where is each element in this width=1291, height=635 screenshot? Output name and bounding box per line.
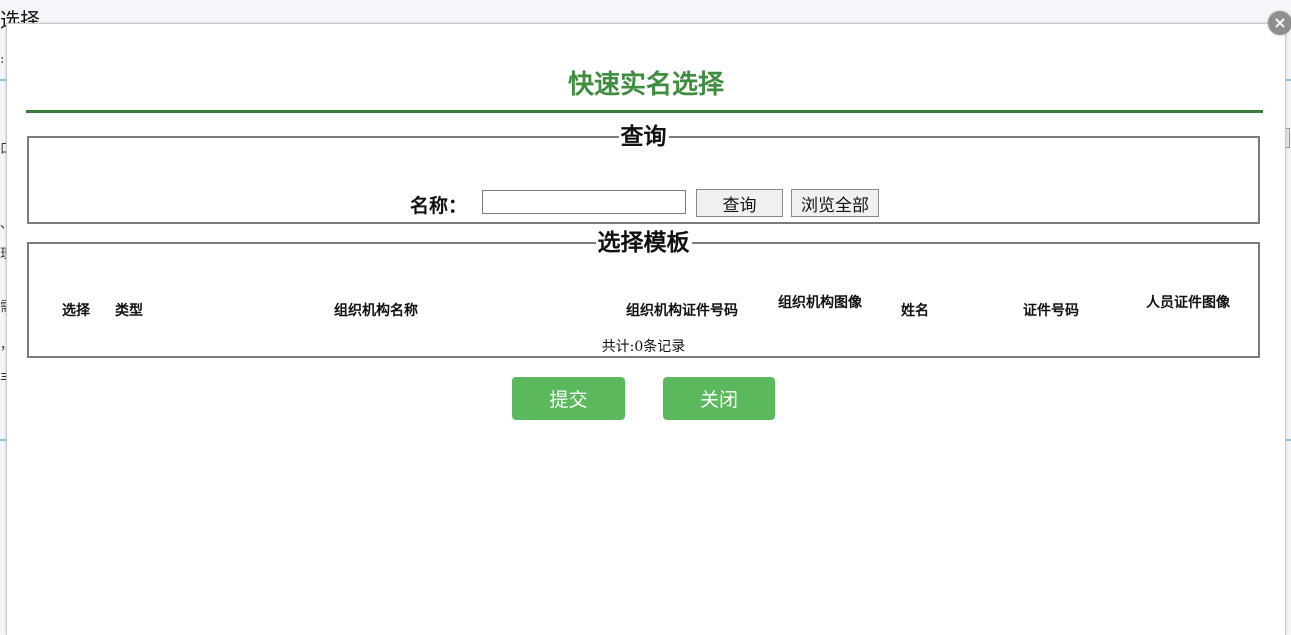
close-dialog-button[interactable]: 关闭 (663, 377, 775, 420)
column-header-select: 选择 (62, 303, 90, 319)
query-row: 名称： 查询 浏览全部 (29, 189, 1258, 217)
submit-button[interactable]: 提交 (512, 377, 625, 420)
browse-all-button[interactable]: 浏览全部 (791, 189, 879, 217)
column-header-type: 类型 (115, 303, 143, 319)
search-button[interactable]: 查询 (696, 189, 783, 217)
template-section: 选择模板 选择 类型 组织机构名称 组织机构证件号码 组织机构图像 姓名 证件号… (27, 229, 1260, 358)
column-header-org-image: 组织机构图像 (778, 295, 862, 311)
quick-realname-dialog: 快速实名选择 查询 名称： 查询 浏览全部 选择模板 选择 类型 组织机构名称 … (6, 23, 1286, 635)
title-divider (26, 110, 1263, 113)
column-header-org-name: 组织机构名称 (334, 303, 418, 319)
column-header-org-id: 组织机构证件号码 (626, 303, 738, 319)
close-icon[interactable]: × (1268, 11, 1291, 35)
name-label: 名称： (410, 195, 468, 217)
column-header-person-image: 人员证件图像 (1146, 295, 1230, 311)
background-text-fragment: : (0, 52, 5, 67)
column-header-person-id: 证件号码 (1023, 303, 1079, 319)
column-header-person-name: 姓名 (901, 303, 929, 319)
name-input[interactable] (482, 190, 686, 214)
record-count: 共计:0条记录 (601, 339, 686, 355)
template-legend: 选择模板 (597, 230, 690, 256)
query-legend: 查询 (620, 124, 667, 150)
dialog-title: 快速实名选择 (567, 70, 724, 100)
query-section: 查询 名称： 查询 浏览全部 (27, 123, 1260, 224)
